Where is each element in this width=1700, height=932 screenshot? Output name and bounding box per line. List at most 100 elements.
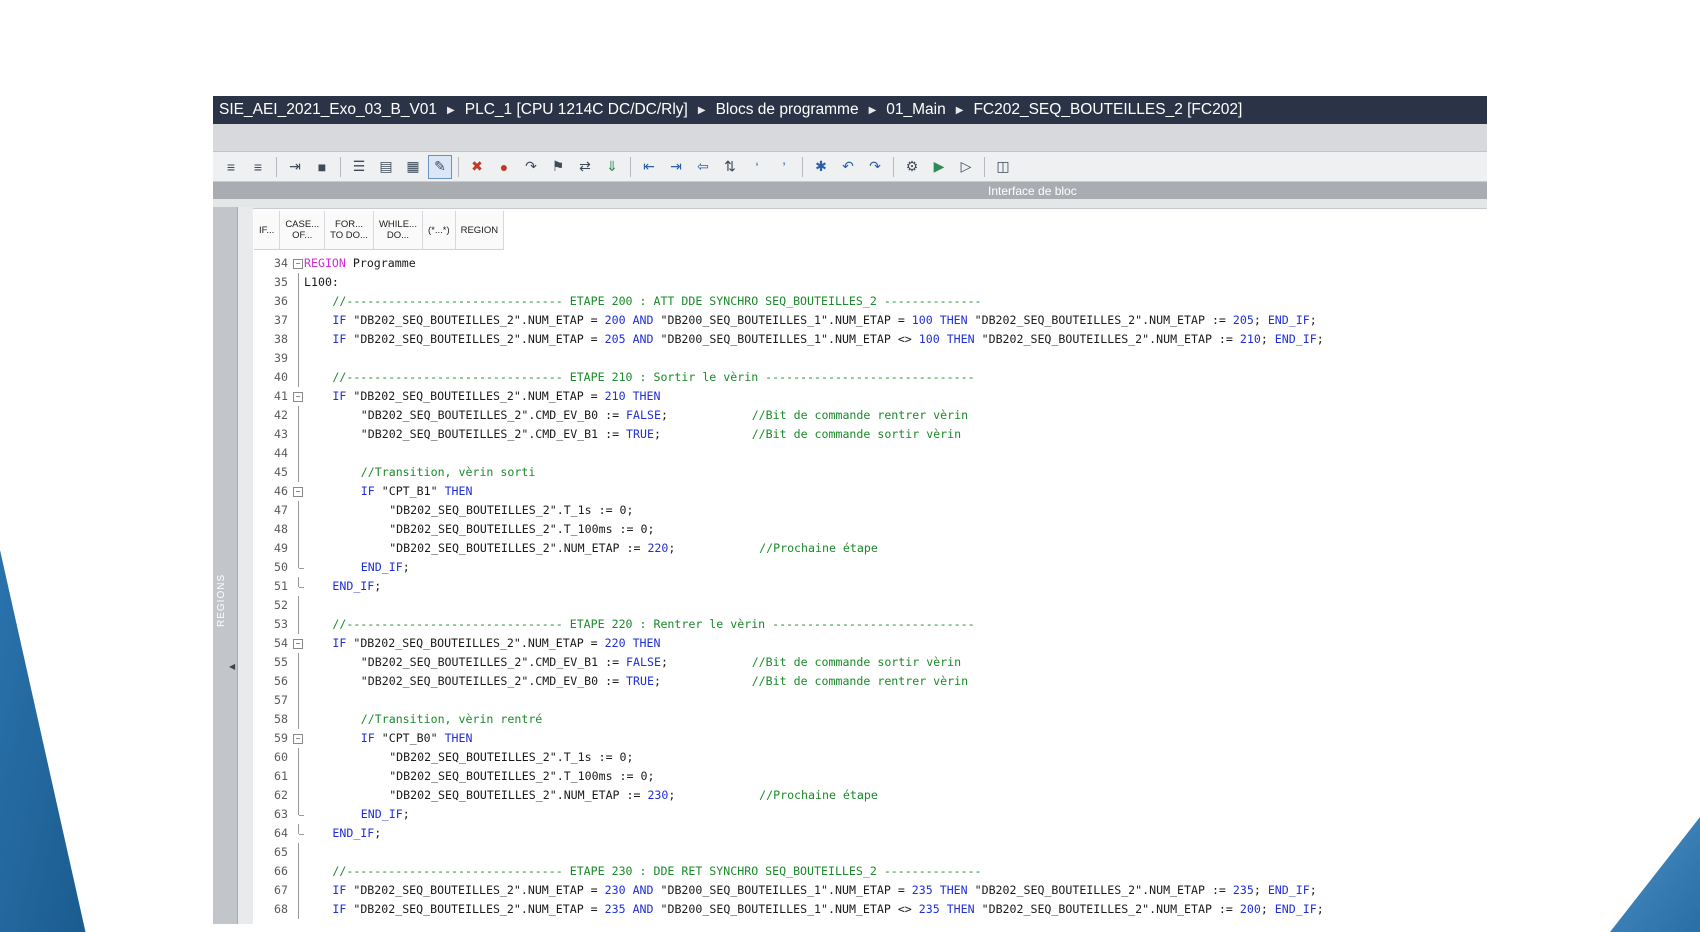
- text-token: ;: [1316, 332, 1324, 346]
- collapse-region-icon[interactable]: −: [292, 634, 304, 653]
- keyword-token: END_IF: [332, 826, 375, 840]
- line-number: 55: [274, 655, 288, 669]
- insert-network-icon[interactable]: ≡: [219, 155, 243, 179]
- snippet-for-button[interactable]: FOR... TO DO...: [325, 211, 374, 249]
- toolbar-separator: [802, 156, 803, 177]
- code-line[interactable]: 37 IF "DB202_SEQ_BOUTEILLES_2".NUM_ETAP =…: [254, 311, 1487, 330]
- code-line[interactable]: 43 "DB202_SEQ_BOUTEILLES_2".CMD_EV_B1 := …: [254, 425, 1487, 444]
- database-icon[interactable]: ◫: [991, 155, 1015, 179]
- collapse-region-icon[interactable]: −: [292, 482, 304, 501]
- display-options-icon[interactable]: ▦: [401, 155, 425, 179]
- keyword-token: THEN: [939, 313, 968, 327]
- indent-left-icon[interactable]: ⇤: [637, 155, 661, 179]
- code-line[interactable]: 36 //------------------------------- ETAP…: [254, 292, 1487, 311]
- code-line[interactable]: 65: [254, 843, 1487, 862]
- code-line[interactable]: 64 END_IF;: [254, 824, 1487, 843]
- breadcrumb-project[interactable]: SIE_AEI_2021_Exo_03_B_V01: [219, 101, 437, 119]
- delete-network-icon[interactable]: ≡: [246, 155, 270, 179]
- code-line[interactable]: 39: [254, 349, 1487, 368]
- fold-guide: [292, 444, 304, 463]
- code-line[interactable]: 59− IF "CPT_B0" THEN: [254, 729, 1487, 748]
- new-bookmark-icon[interactable]: ✱: [809, 155, 833, 179]
- code-line[interactable]: 56 "DB202_SEQ_BOUTEILLES_2".CMD_EV_B0 := …: [254, 672, 1487, 691]
- goto-icon[interactable]: ↷: [519, 155, 543, 179]
- snippet-comment-button[interactable]: (*...*): [422, 211, 456, 249]
- text-token: ;: [653, 427, 752, 441]
- code-line[interactable]: 51 END_IF;: [254, 577, 1487, 596]
- slide-decoration-left: [0, 550, 86, 932]
- code-line[interactable]: 61 "DB202_SEQ_BOUTEILLES_2".T_100ms := 0;: [254, 767, 1487, 786]
- code-line[interactable]: 53 //------------------------------- ETAP…: [254, 615, 1487, 634]
- code-line[interactable]: 46− IF "CPT_B1" THEN: [254, 482, 1487, 501]
- keyword-token: IF: [332, 389, 347, 403]
- code-line[interactable]: 47 "DB202_SEQ_BOUTEILLES_2".T_1s := 0;: [254, 501, 1487, 520]
- fold-guide: [292, 577, 304, 596]
- keyword-token: 200: [604, 313, 626, 327]
- snippet-if-button[interactable]: IF...: [254, 211, 281, 249]
- auto-indent-icon[interactable]: ⇅: [718, 155, 742, 179]
- outdent-icon[interactable]: ⇦: [691, 155, 715, 179]
- breadcrumb-main-folder[interactable]: 01_Main: [886, 101, 945, 119]
- collapse-region-icon[interactable]: −: [292, 387, 304, 406]
- indent-right-icon[interactable]: ⇥: [664, 155, 688, 179]
- list-icon[interactable]: ▤: [374, 155, 398, 179]
- block-interface-bar[interactable]: Interface de bloc: [213, 182, 1487, 199]
- breakpoint-gutter[interactable]: [238, 207, 253, 924]
- text-token: "DB200_SEQ_BOUTEILLES_1".NUM_ETAP <>: [653, 902, 919, 916]
- breadcrumb-block[interactable]: FC202_SEQ_BOUTEILLES_2 [FC202]: [973, 101, 1242, 119]
- breadcrumb-separator-icon: ▶: [955, 104, 964, 116]
- code-line[interactable]: 68 IF "DB202_SEQ_BOUTEILLES_2".NUM_ETAP =…: [254, 900, 1487, 919]
- code-line[interactable]: 52: [254, 596, 1487, 615]
- snippet-while-button[interactable]: WHILE... DO...: [373, 211, 423, 249]
- code-line[interactable]: 54− IF "DB202_SEQ_BOUTEILLES_2".NUM_ETAP …: [254, 634, 1487, 653]
- bookmark-icon[interactable]: ⚑: [546, 155, 570, 179]
- code-area[interactable]: 34− REGION Programme 35 L100: 36//----------…: [254, 254, 1487, 924]
- monitor-on-icon[interactable]: ▶: [927, 155, 951, 179]
- monitor-icon[interactable]: ■: [310, 155, 334, 179]
- snippet-label-line-2: DO...: [386, 230, 410, 241]
- download-icon[interactable]: ⇓: [600, 155, 624, 179]
- code-line[interactable]: 62 "DB202_SEQ_BOUTEILLES_2".NUM_ETAP := 2…: [254, 786, 1487, 805]
- snippet-region-button[interactable]: REGION: [455, 211, 505, 249]
- code-line[interactable]: 40 //------------------------------- ETAP…: [254, 368, 1487, 387]
- code-line[interactable]: 67 IF "DB202_SEQ_BOUTEILLES_2".NUM_ETAP =…: [254, 881, 1487, 900]
- code-line[interactable]: 34− REGION Programme: [254, 254, 1487, 273]
- code-line[interactable]: 55 "DB202_SEQ_BOUTEILLES_2".CMD_EV_B1 := …: [254, 653, 1487, 672]
- previous-bookmark-icon[interactable]: ↶: [836, 155, 860, 179]
- code-line[interactable]: 41− IF "DB202_SEQ_BOUTEILLES_2".NUM_ETAP …: [254, 387, 1487, 406]
- outline-icon[interactable]: ☰: [347, 155, 371, 179]
- breadcrumb-plc[interactable]: PLC_1 [CPU 1214C DC/DC/Rly]: [465, 101, 688, 119]
- next-bookmark-icon[interactable]: ↷: [863, 155, 887, 179]
- code-line[interactable]: 60 "DB202_SEQ_BOUTEILLES_2".T_1s := 0;: [254, 748, 1487, 767]
- code-line[interactable]: 63 END_IF;: [254, 805, 1487, 824]
- monitor-off-icon[interactable]: ▷: [954, 155, 978, 179]
- uncomment-icon[interactable]: ’: [772, 155, 796, 179]
- code-line[interactable]: 45 //Transition, vèrin sorti: [254, 463, 1487, 482]
- code-line[interactable]: 48 "DB202_SEQ_BOUTEILLES_2".T_100ms := 0;: [254, 520, 1487, 539]
- code-line[interactable]: 44: [254, 444, 1487, 463]
- collapse-region-icon[interactable]: −: [292, 254, 304, 273]
- code-line[interactable]: 50 END_IF;: [254, 558, 1487, 577]
- code-line[interactable]: 49 "DB202_SEQ_BOUTEILLES_2".NUM_ETAP := 2…: [254, 539, 1487, 558]
- collapse-region-icon[interactable]: −: [292, 729, 304, 748]
- code-line[interactable]: 57: [254, 691, 1487, 710]
- code-line[interactable]: 42 "DB202_SEQ_BOUTEILLES_2".CMD_EV_B0 := …: [254, 406, 1487, 425]
- snippet-case-button[interactable]: CASE... OF...: [280, 211, 326, 249]
- code-line[interactable]: 35 L100:: [254, 273, 1487, 292]
- breakpoint-remove-icon[interactable]: ✖: [465, 155, 489, 179]
- toolbar-separator: [276, 156, 277, 177]
- online-icon[interactable]: ⚙: [900, 155, 924, 179]
- code-line[interactable]: 66 //------------------------------- ETAP…: [254, 862, 1487, 881]
- code-line[interactable]: 38 IF "DB202_SEQ_BOUTEILLES_2".NUM_ETAP =…: [254, 330, 1487, 349]
- regions-expand-icon[interactable]: ◀: [229, 662, 235, 671]
- absolute-operands-icon[interactable]: ✎: [428, 154, 452, 179]
- export-dropdown-icon[interactable]: ⇥: [283, 155, 307, 179]
- breadcrumb-program-blocks[interactable]: Blocs de programme: [716, 101, 859, 119]
- compare-icon[interactable]: ⇄: [573, 155, 597, 179]
- toolbar-separator: [893, 156, 894, 177]
- comment-icon[interactable]: ‘: [745, 155, 769, 179]
- breakpoint-icon[interactable]: ●: [492, 155, 516, 179]
- code-line[interactable]: 58 //Transition, vèrin rentré: [254, 710, 1487, 729]
- regions-panel[interactable]: REGIONS ◀: [213, 207, 238, 924]
